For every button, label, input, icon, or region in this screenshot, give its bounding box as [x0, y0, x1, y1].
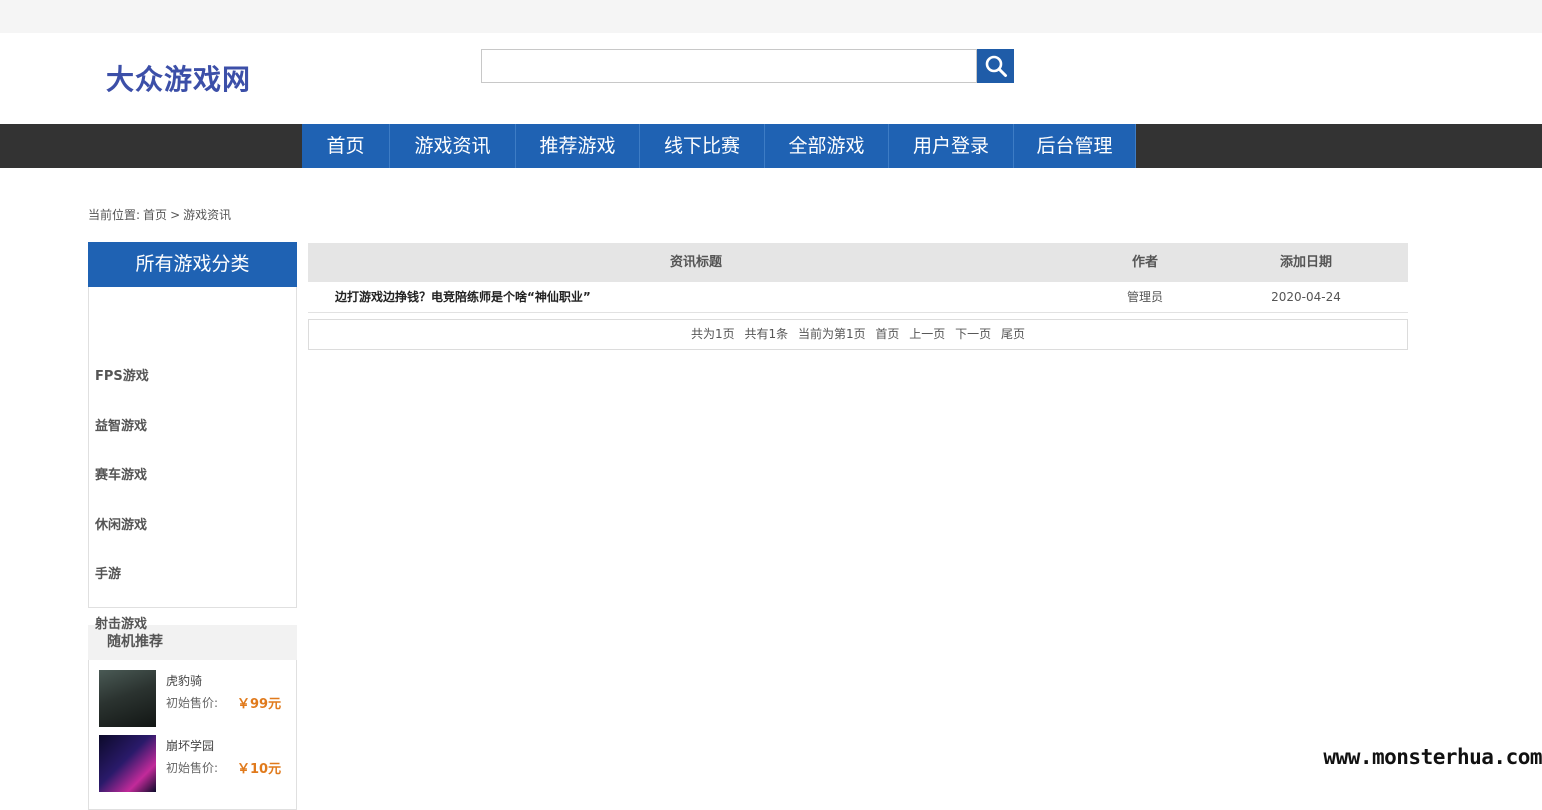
- sidebar: 所有游戏分类 FPS游戏 益智游戏 赛车游戏 休闲游戏 手游 射击游戏 随机推荐…: [88, 242, 297, 810]
- pager-total-pages: 共为1页: [691, 327, 735, 341]
- category-title: 所有游戏分类: [88, 242, 297, 287]
- game-thumbnail[interactable]: [99, 735, 156, 792]
- recommend-panel: 虎豹骑 初始售价: ￥99元 崩坏学园 初始售价: ￥10元: [88, 660, 297, 810]
- main-nav-bar: 首页 游戏资讯 推荐游戏 线下比赛 全部游戏 用户登录 后台管理: [0, 124, 1542, 168]
- breadcrumb: 当前位置: 首页 > 游戏资讯: [88, 206, 234, 223]
- recommend-price-label: 初始售价:: [166, 761, 219, 775]
- nav-item-all-games[interactable]: 全部游戏: [765, 124, 889, 168]
- pager-current-page: 当前为第1页: [797, 327, 866, 341]
- recommend-game-name[interactable]: 虎豹骑: [166, 672, 202, 689]
- pager-total-items: 共有1条: [744, 327, 789, 341]
- category-item-fps[interactable]: FPS游戏: [95, 365, 149, 415]
- category-item-mobile[interactable]: 手游: [95, 563, 149, 613]
- breadcrumb-home[interactable]: 首页: [143, 208, 167, 222]
- recommend-item[interactable]: 虎豹骑 初始售价: ￥99元: [89, 670, 296, 735]
- search-bar: [481, 49, 1014, 83]
- breadcrumb-current: 游戏资讯: [183, 208, 232, 222]
- nav-item-offline-matches[interactable]: 线下比赛: [640, 124, 765, 168]
- recommend-price: ￥99元: [237, 697, 282, 712]
- header-title: 资讯标题: [669, 255, 722, 270]
- news-date: 2020-04-24: [1271, 290, 1341, 304]
- category-list: FPS游戏 益智游戏 赛车游戏 休闲游戏 手游 射击游戏: [95, 365, 149, 663]
- recommend-price: ￥10元: [237, 762, 282, 777]
- watermark: www.monsterhua.com: [1282, 740, 1542, 774]
- recommend-price-label: 初始售价:: [166, 696, 219, 710]
- table-row: 边打游戏边挣钱？电竞陪练师是个啥“神仙职业” 管理员 2020-04-24: [308, 282, 1408, 313]
- pager-next-link[interactable]: 下一页: [955, 327, 991, 341]
- news-table: 资讯标题 作者 添加日期 边打游戏边挣钱？电竞陪练师是个啥“神仙职业” 管理员 …: [308, 243, 1408, 350]
- breadcrumb-prefix: 当前位置:: [88, 208, 141, 222]
- category-panel: FPS游戏 益智游戏 赛车游戏 休闲游戏 手游 射击游戏: [88, 287, 297, 632]
- category-item-racing[interactable]: 赛车游戏: [95, 464, 149, 514]
- nav-item-user-login[interactable]: 用户登录: [889, 124, 1014, 168]
- header-author: 作者: [1131, 255, 1158, 270]
- pager-first-link[interactable]: 首页: [875, 327, 899, 341]
- site-logo[interactable]: 大众游戏网: [106, 58, 251, 98]
- recommend-item[interactable]: 崩坏学园 初始售价: ￥10元: [89, 735, 296, 800]
- news-author: 管理员: [1126, 290, 1163, 304]
- news-title-link[interactable]: 边打游戏边挣钱？电竞陪练师是个啥“神仙职业”: [335, 282, 591, 312]
- category-item-casual[interactable]: 休闲游戏: [95, 514, 149, 564]
- news-table-header: 资讯标题 作者 添加日期: [308, 243, 1408, 282]
- pager-prev-link[interactable]: 上一页: [909, 327, 945, 341]
- category-item-shooter[interactable]: 射击游戏: [95, 613, 149, 663]
- recommend-game-name[interactable]: 崩坏学园: [166, 737, 214, 754]
- pagination: 共为1页 共有1条 当前为第1页 首页 上一页 下一页 尾页: [308, 319, 1408, 350]
- search-input[interactable]: [481, 49, 977, 83]
- nav-item-admin[interactable]: 后台管理: [1014, 124, 1136, 168]
- breadcrumb-separator: >: [170, 208, 181, 222]
- nav-item-home[interactable]: 首页: [302, 124, 390, 168]
- category-item-puzzle[interactable]: 益智游戏: [95, 415, 149, 465]
- pager-last-link[interactable]: 尾页: [1001, 327, 1025, 341]
- search-button[interactable]: [977, 49, 1014, 83]
- main-nav: 首页 游戏资讯 推荐游戏 线下比赛 全部游戏 用户登录 后台管理: [302, 124, 1136, 168]
- nav-item-recommended[interactable]: 推荐游戏: [516, 124, 640, 168]
- header-date: 添加日期: [1279, 255, 1332, 270]
- nav-item-game-news[interactable]: 游戏资讯: [390, 124, 516, 168]
- search-icon: [985, 55, 1007, 77]
- top-strip: [0, 0, 1542, 33]
- game-thumbnail[interactable]: [99, 670, 156, 727]
